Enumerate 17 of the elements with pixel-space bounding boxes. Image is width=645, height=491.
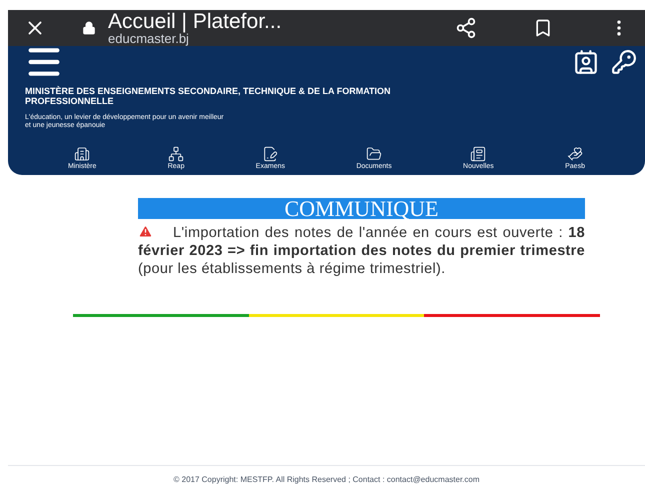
newspaper-icon (470, 146, 486, 162)
folder-icon (366, 146, 382, 162)
notice-title: COMMUNIQUE (138, 198, 585, 219)
network-icon (168, 146, 184, 162)
ministry-name: MINISTÈRE DES ENSEIGNEMENTS SECONDAIRE, TECHNIQUE & DE LA FORMATION PROFESSIONNELLE (25, 86, 392, 106)
notice-text: L'importation des notes de l'année en cours est ouverte : 18 février 2023 => fin importation des notes du premier trimestre (pour les établissements à régime trimestriel). (138, 224, 585, 278)
document-pen-icon (262, 146, 278, 162)
building-icon (74, 146, 90, 162)
contact-card-icon[interactable] (573, 49, 599, 75)
page-title: Accueil | Platefor... (108, 11, 282, 32)
hands-icon (567, 146, 584, 162)
url-text: educmaster.bj (108, 32, 190, 45)
warning-icon (138, 224, 153, 239)
share-icon[interactable] (455, 17, 477, 39)
footer-text: © 2017 Copyright: MESTFP. All Rights Reserved ; Contact : contact@educmaster.com (174, 475, 480, 484)
key-icon[interactable] (611, 49, 637, 75)
lock-icon (82, 21, 96, 35)
